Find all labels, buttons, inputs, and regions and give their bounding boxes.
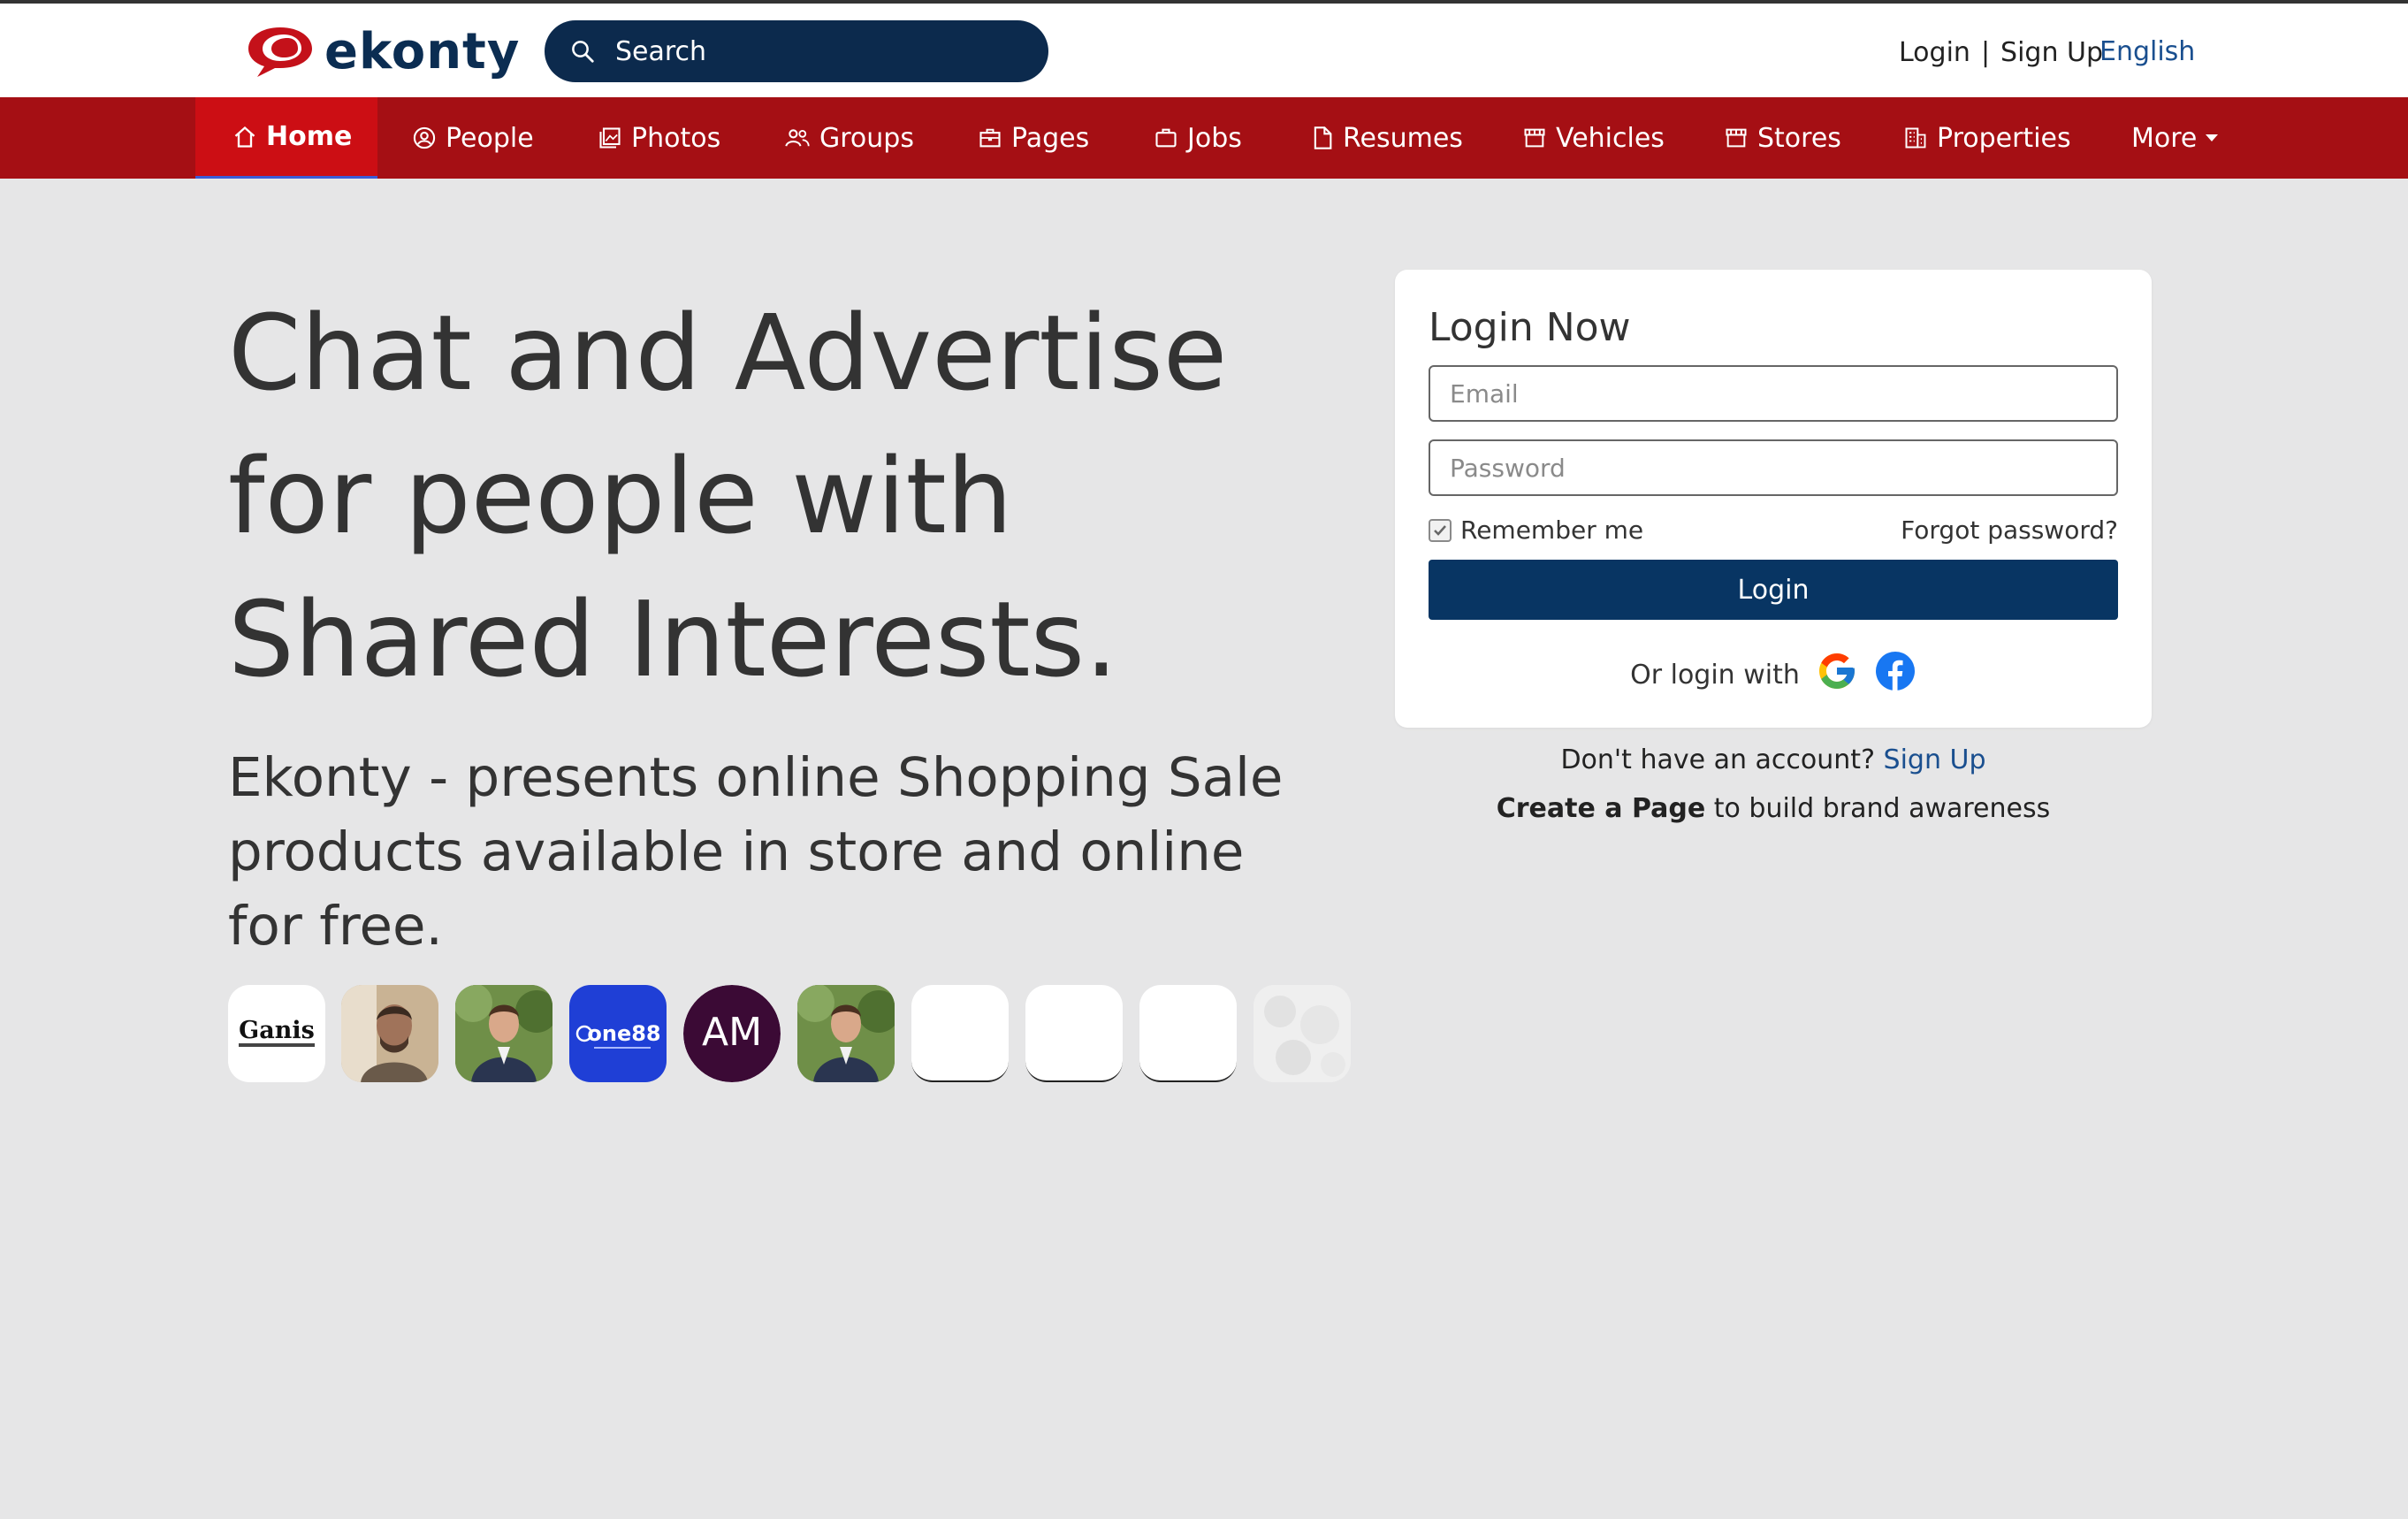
nav-label: Resumes [1343,122,1463,154]
avatar[interactable]: one88 [569,985,667,1082]
search-icon [572,41,594,63]
nav-label: Jobs [1187,122,1242,154]
home-icon [234,126,255,148]
email-field[interactable] [1429,365,2118,422]
forgot-password-link[interactable]: Forgot password? [1901,515,2118,545]
signup-link[interactable]: Sign Up [2000,37,2103,68]
hero-subtitle: Ekonty - presents online Shopping Sale p… [228,746,1284,958]
speech-bubble-logo-icon [248,27,312,77]
nav-label: More [2131,122,2198,154]
photos-icon [599,127,621,149]
search-input[interactable] [613,34,1015,68]
auth-links: Login | Sign Up [1899,37,2103,68]
remember-checkbox[interactable] [1429,518,1452,542]
header: ekonty Login | Sign Up English [0,4,2408,97]
auth-separator: | [1980,37,1991,68]
avatar[interactable] [455,985,552,1082]
avatar-text: AM [702,1010,762,1055]
avatar[interactable] [797,985,895,1082]
nav-label: Home [266,121,353,152]
main-nav: Home People Photos Groups Pages Jobs Res… [0,97,2408,179]
facebook-icon [1875,652,1915,691]
avatar[interactable] [1025,985,1123,1082]
caret-down-icon [2206,134,2219,141]
language-selector[interactable]: English [2099,36,2195,67]
nav-groups[interactable]: Groups [784,97,914,179]
store-icon [1524,128,1545,148]
nav-label: Stores [1757,122,1841,154]
create-page-link[interactable]: Create a Page [1497,793,1705,824]
nav-resumes[interactable]: Resumes [1311,97,1463,179]
social-login: Or login with [1395,650,2152,699]
checkmark-icon [1434,524,1446,536]
facebook-login-button[interactable] [1874,650,1916,699]
avatar[interactable]: AM [683,985,781,1082]
login-card: Login Now Remember me Forgot password? L… [1395,270,2152,728]
remember-label: Remember me [1460,515,1644,545]
login-link[interactable]: Login [1899,37,1970,68]
avatar-text: Ganis [239,1017,315,1044]
google-login-button[interactable] [1816,650,1858,699]
nav-label: Groups [819,122,914,154]
nav-more[interactable]: More [2131,97,2219,179]
search-bar[interactable] [545,20,1048,82]
nav-photos[interactable]: Photos [598,97,720,179]
nav-jobs[interactable]: Jobs [1154,97,1242,179]
nav-properties[interactable]: Properties [1903,97,2071,179]
hero-title: Chat and Advertise for people with Share… [228,292,1228,700]
logo-text: ekonty [324,23,521,80]
create-page-prompt: Create a Page to build brand awareness [1395,793,2152,824]
login-title: Login Now [1429,305,1631,350]
avatar[interactable] [341,985,438,1082]
nav-stores[interactable]: Stores [1724,97,1841,179]
briefcase-icon [979,128,1001,148]
nav-people[interactable]: People [412,97,534,179]
avatar-text: one88 [587,1021,660,1046]
logo[interactable]: ekonty [245,23,520,80]
users-icon [785,129,810,147]
create-page-text: to build brand awareness [1713,793,2051,824]
login-button[interactable]: Login [1429,560,2118,620]
building-icon [1905,127,1926,149]
or-login-label: Or login with [1630,659,1800,691]
nav-vehicles[interactable]: Vehicles [1522,97,1665,179]
password-field[interactable] [1429,439,2118,496]
nav-pages[interactable]: Pages [978,97,1089,179]
avatar[interactable] [1254,985,1351,1082]
store-icon [1726,128,1747,148]
nav-label: Pages [1011,122,1090,154]
remember-me[interactable]: Remember me [1429,515,1643,545]
user-circle-icon [413,126,436,149]
nav-label: Properties [1937,122,2071,154]
nav-label: Photos [631,122,721,154]
avatar[interactable]: Ganis [228,985,325,1082]
avatar[interactable] [911,985,1009,1082]
nav-label: People [446,122,534,154]
nav-label: Vehicles [1556,122,1665,154]
no-account-text: Don't have an account? [1560,744,1875,775]
signup-prompt: Don't have an account? Sign Up [1395,744,2152,775]
nav-home[interactable]: Home [195,97,377,179]
document-icon [1314,126,1332,149]
bag-icon [1155,128,1177,148]
signup-link-bottom[interactable]: Sign Up [1884,744,1986,775]
avatar[interactable] [1139,985,1237,1082]
google-icon [1818,653,1855,689]
